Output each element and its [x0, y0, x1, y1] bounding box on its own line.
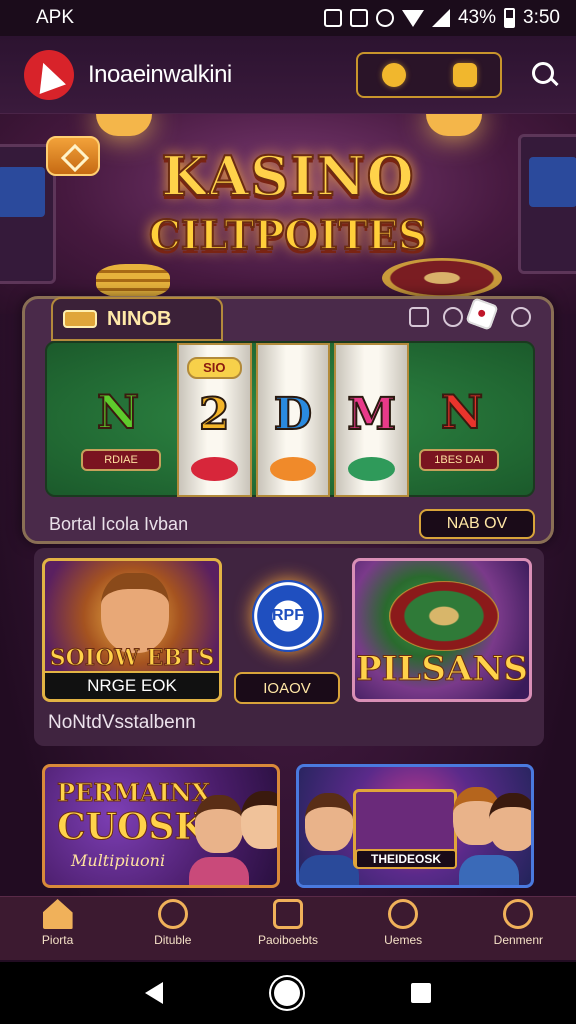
poker-chip-icon[interactable]: RPF — [252, 580, 324, 652]
character-shirt — [299, 855, 359, 885]
wifi-icon — [401, 9, 424, 27]
promo-card-2[interactable]: THEIDEOSK — [296, 764, 534, 888]
nav-item-games[interactable]: Uemes — [353, 899, 453, 947]
game-card-title: SOIOW EBTS — [49, 645, 215, 672]
ticket-icon — [63, 310, 97, 328]
info-icon[interactable] — [511, 307, 531, 327]
bottom-navigation: Piorta Dituble Paoiboebts Uemes Denmenr — [0, 896, 576, 960]
join-button[interactable]: IOAOV — [234, 672, 340, 704]
nav-item-home[interactable]: Piorta — [8, 899, 108, 947]
nav-item-profile[interactable]: Denmenr — [468, 899, 568, 947]
nav-label: Dituble — [154, 933, 192, 947]
battery-percent: 43% — [457, 7, 497, 28]
reel-bottom-symbol — [348, 457, 396, 481]
slot-reels: SIO 2 D M — [177, 343, 410, 497]
game-card-3[interactable]: PILSANS — [352, 558, 532, 702]
notification-icon — [323, 9, 342, 27]
panel-footer-label: Bortal Icola Ivban — [49, 513, 189, 534]
reel-symbol: D — [273, 388, 313, 441]
hero-banner[interactable]: KASINO CILTPOITES — [0, 114, 576, 314]
nav-item-dituble[interactable]: Dituble — [123, 899, 223, 947]
left-bet-button[interactable]: RDIAE — [81, 449, 161, 471]
settings-icon[interactable] — [409, 307, 429, 327]
sim-icon — [349, 9, 368, 27]
reel-2: D — [255, 343, 331, 497]
home-icon — [42, 899, 73, 929]
slot-game-panel[interactable]: NINOB N N RDIAE 1BES DAI SIO 2 D M Borta… — [22, 296, 554, 544]
status-bar: APK 43% 3:50 — [0, 0, 576, 36]
character-shirt — [189, 857, 249, 885]
clock: 3:50 — [523, 7, 560, 28]
promo-subtitle: Multipiuoni — [71, 851, 166, 870]
nav-label: Piorta — [41, 933, 74, 947]
nav-label: Denmenr — [493, 933, 544, 947]
promo-title: THEIDEOSK — [355, 849, 457, 869]
reel-3: M — [334, 343, 410, 497]
header-actions — [356, 51, 502, 98]
game-card-1[interactable]: SOIOW EBTS NRGE EOK — [42, 558, 222, 702]
app-screen: APK 43% 3:50 Inoaeinwalkini KASINO CILTP… — [0, 0, 576, 1024]
character-image — [241, 791, 277, 849]
promo-card-1[interactable]: PERMAINX CUOSK Multipiuoni — [42, 764, 280, 888]
character-image — [101, 573, 169, 653]
wand-icon — [157, 899, 188, 929]
reel-bottom-symbol — [191, 457, 238, 481]
hero-title-line2: CILTPOITES — [148, 211, 428, 260]
chip-stack-image — [96, 264, 170, 298]
right-bet-button[interactable]: 1BES DAI — [419, 449, 499, 471]
character-image — [489, 793, 531, 851]
search-icon[interactable] — [532, 61, 558, 88]
document-icon — [272, 899, 303, 929]
game-card-button[interactable]: NRGE EOK — [45, 671, 219, 699]
character-image — [305, 793, 353, 851]
lamp-left — [96, 114, 152, 136]
panel-tab[interactable]: NINOB — [51, 297, 223, 341]
back-icon[interactable] — [145, 982, 164, 1004]
featured-games-section: SOIOW EBTS NRGE EOK RPF IOAOV PILSANS No… — [34, 548, 544, 746]
profile-icon — [503, 899, 534, 929]
character-image — [195, 795, 243, 853]
signal-icon — [431, 9, 450, 27]
system-navigation-bar — [0, 962, 576, 1024]
lamp-right — [426, 114, 482, 136]
nav-label: Uemes — [384, 933, 423, 947]
slot-felt: N N RDIAE 1BES DAI SIO 2 D M — [45, 341, 535, 497]
game-card-title: PILSANS — [356, 649, 529, 690]
panel-play-button[interactable]: NAB OV — [419, 509, 535, 539]
roulette-wheel-image — [389, 581, 499, 651]
alarm-icon — [375, 9, 394, 27]
promo-title-line1: PERMAINX — [56, 778, 211, 807]
promo-title: PERMAINX CUOSK — [56, 778, 211, 848]
user-icon[interactable] — [443, 307, 463, 327]
app-title: Inoaeinwalkini — [88, 60, 232, 88]
wallet-icon[interactable] — [452, 62, 477, 87]
hero-title-line1: KASINO — [160, 143, 415, 209]
section-label: NoNtdVsstalbenn — [48, 712, 196, 733]
account-icon[interactable] — [381, 62, 406, 87]
roulette-image — [382, 258, 502, 298]
home-button-icon[interactable] — [273, 980, 300, 1006]
app-header: Inoaeinwalkini — [0, 36, 576, 114]
status-icons: 43% 3:50 — [323, 7, 560, 29]
promo-title-line2: CUOSK — [56, 806, 206, 848]
panel-footer: Bortal Icola Ivban NAB OV — [25, 505, 551, 543]
left-symbol: N — [96, 384, 140, 440]
panel-tab-label: NINOB — [107, 307, 172, 330]
reel-1: SIO 2 — [177, 343, 252, 497]
app-logo[interactable] — [24, 49, 74, 100]
carrier-label: APK — [36, 7, 75, 28]
battery-icon — [504, 8, 516, 28]
right-symbol: N — [440, 384, 484, 440]
character-shirt — [459, 855, 519, 885]
reel-bottom-symbol — [269, 457, 317, 481]
nav-item-documents[interactable]: Paoiboebts — [238, 899, 338, 947]
games-icon — [388, 899, 419, 929]
nav-label: Paoiboebts — [257, 933, 318, 947]
reel-symbol: M — [346, 388, 397, 441]
recents-icon[interactable] — [410, 983, 431, 1003]
reel-symbol: 2 — [198, 388, 231, 441]
reel-label: SIO — [187, 357, 242, 379]
